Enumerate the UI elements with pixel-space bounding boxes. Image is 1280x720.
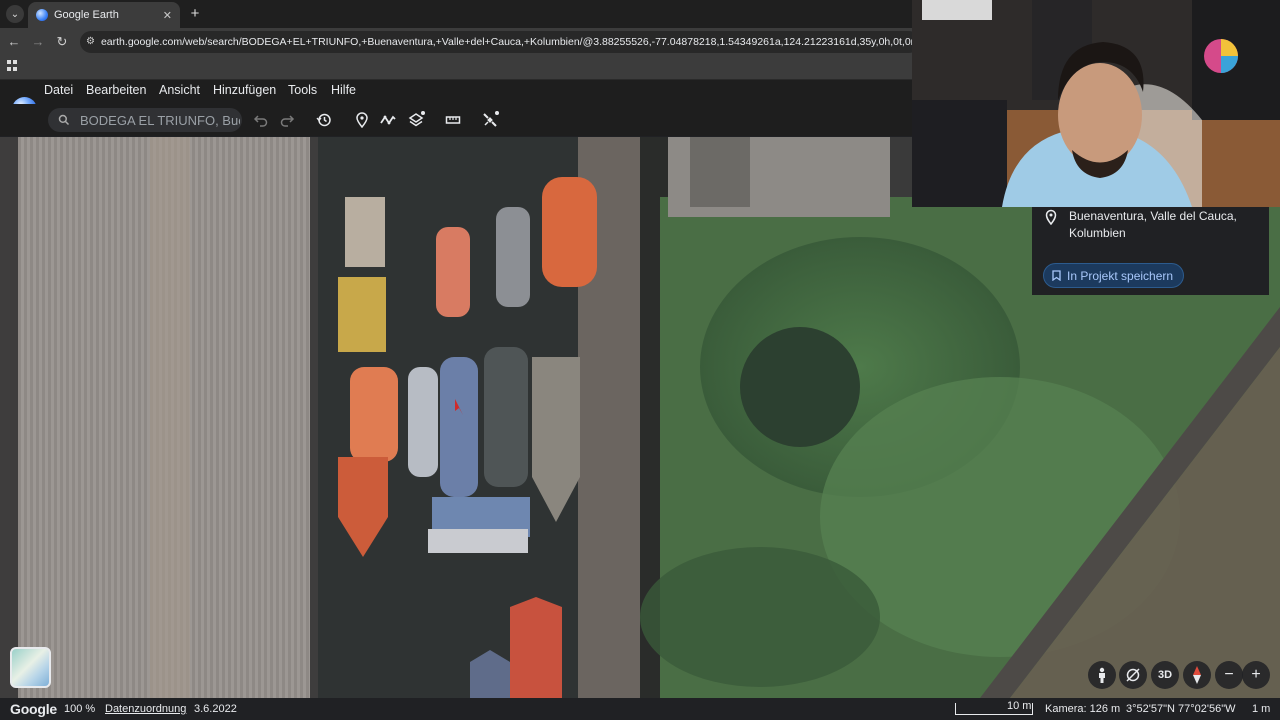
search-icon — [58, 114, 70, 126]
google-earth-favicon-icon — [36, 9, 48, 21]
pegman-icon[interactable] — [1088, 661, 1116, 689]
menu-hilfe[interactable]: Hilfe — [331, 83, 356, 97]
search-box[interactable] — [48, 108, 242, 132]
layers-icon[interactable] — [406, 110, 426, 130]
imagery-date: 3.6.2022 — [194, 703, 237, 715]
undo-icon[interactable] — [251, 110, 271, 130]
url-bar[interactable]: ⚙ earth.google.com/web/search/BODEGA+EL+… — [80, 31, 920, 53]
location-address: Buenaventura, Valle del Cauca, Kolumbien — [1069, 208, 1259, 242]
save-to-project-button[interactable]: In Projekt speichern — [1043, 263, 1185, 288]
satellite-icon[interactable] — [480, 110, 500, 130]
webcam-video — [912, 0, 1280, 207]
ruler-icon[interactable] — [443, 110, 463, 130]
webcam-overlay — [912, 0, 1280, 207]
history-icon[interactable] — [314, 110, 334, 130]
menu-datei[interactable]: Datei — [44, 83, 73, 97]
browser-tab[interactable]: Google Earth ✕ — [28, 2, 180, 28]
back-icon[interactable]: ← — [6, 34, 22, 50]
zoom-in-button[interactable]: + — [1242, 661, 1270, 689]
placemark-icon[interactable] — [352, 110, 372, 130]
menu-tools[interactable]: Tools — [288, 83, 317, 97]
compass-icon[interactable] — [1183, 661, 1211, 689]
forward-icon[interactable]: → — [30, 34, 46, 50]
search-input[interactable] — [80, 112, 240, 128]
google-logo: Google — [10, 701, 58, 717]
menu-ansicht[interactable]: Ansicht — [159, 83, 200, 97]
tab-close-icon[interactable]: ✕ — [163, 9, 172, 22]
zoom-out-button[interactable]: − — [1215, 661, 1243, 689]
zoom-percentage[interactable]: 100 % — [64, 703, 95, 715]
apps-grid-icon[interactable] — [7, 60, 19, 72]
location-pin-icon — [1045, 209, 1057, 225]
location-line-1: Buenaventura, Valle del Cauca, — [1069, 209, 1237, 223]
site-info-icon[interactable]: ⚙ — [86, 35, 95, 49]
reload-icon[interactable]: ↻ — [54, 34, 70, 50]
hide-3d-buildings-icon[interactable] — [1119, 661, 1147, 689]
map-style-thumbnail[interactable] — [10, 647, 51, 688]
three-d-toggle-button[interactable]: 3D — [1151, 661, 1179, 689]
path-icon[interactable] — [378, 110, 398, 130]
data-attribution-link[interactable]: Datenzuordnung — [105, 703, 186, 715]
save-to-project-label: In Projekt speichern — [1067, 268, 1174, 283]
ground-altitude: 1 m — [1252, 703, 1271, 715]
menu-hinzufuegen[interactable]: Hinzufügen — [213, 83, 276, 97]
camera-altitude: Kamera: 126 m — [1045, 703, 1121, 715]
url-text: earth.google.com/web/search/BODEGA+EL+TR… — [100, 36, 920, 48]
coordinates-readout: 3°52'57"N 77°02'56"W — [1126, 703, 1236, 715]
new-tab-button[interactable]: + — [186, 5, 204, 23]
scale-label: 10 m — [1007, 700, 1032, 712]
tab-search-button[interactable]: ⌄ — [6, 5, 24, 23]
menu-bearbeiten[interactable]: Bearbeiten — [86, 83, 146, 97]
tab-title: Google Earth — [54, 9, 119, 21]
bookmark-icon — [1052, 270, 1061, 281]
redo-icon[interactable] — [277, 110, 297, 130]
location-line-2: Kolumbien — [1069, 226, 1126, 240]
